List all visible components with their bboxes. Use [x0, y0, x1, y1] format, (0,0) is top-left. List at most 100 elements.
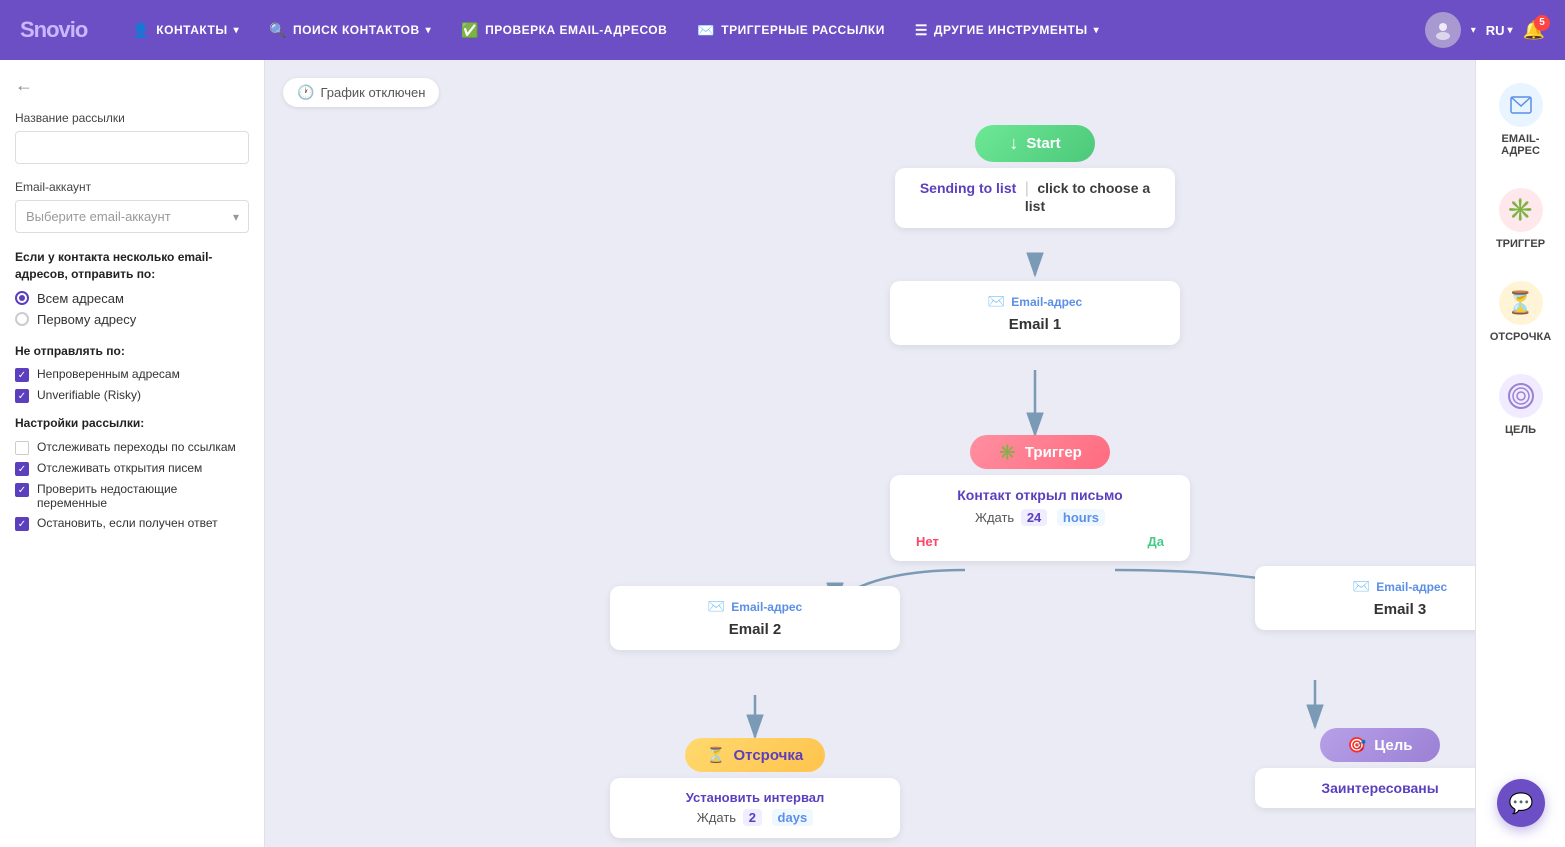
email2-header-text: Email-адрес [731, 600, 802, 614]
start-card[interactable]: Sending to list | click to choose a list [895, 168, 1175, 228]
verify-icon: ✅ [461, 22, 479, 39]
check-unverifiable[interactable]: ✓ Unverifiable (Risky) [15, 388, 249, 403]
trigger-contact-text: Контакт открыл письмо [906, 487, 1174, 503]
language-selector[interactable]: RU ▾ [1486, 23, 1513, 38]
nav-item-trigger[interactable]: ✉️ ТРИГГЕРНЫЕ РАССЫЛКИ [682, 0, 900, 60]
right-panel: EMAIL-АДРЕС ✳️ ТРИГГЕР ⏳ ОТСРОЧКА ЦЕЛЬ [1475, 60, 1565, 847]
nav-item-verify[interactable]: ✅ ПРОВЕРКА EMAIL-АДРЕСОВ [446, 0, 682, 60]
trigger-yes-label: Да [1148, 534, 1165, 549]
delay-tool-icon: ⏳ [1499, 281, 1543, 325]
trigger-node[interactable]: ✳️ Триггер Контакт открыл письмо Ждать 2… [890, 435, 1190, 561]
delay-wait-text: Ждать 2 days [626, 809, 884, 826]
start-node[interactable]: ↓ Start Sending to list | click to choos… [895, 125, 1175, 228]
schedule-badge[interactable]: 🕐 График отключен [283, 78, 439, 107]
start-pill: ↓ Start [975, 125, 1095, 162]
nav-item-contacts[interactable]: 👤 КОНТАКТЫ ▾ [117, 0, 254, 60]
delay-wait-unit: days [772, 809, 814, 826]
delay-wait-num: 2 [743, 809, 762, 826]
goal-tool-label: ЦЕЛЬ [1505, 424, 1536, 436]
email-icon: ✉️ [1353, 578, 1370, 595]
tool-trigger[interactable]: ✳️ ТРИГГЕР [1483, 180, 1559, 258]
nav-item-tools[interactable]: ☰ ДРУГИЕ ИНСТРУМЕНТЫ ▾ [900, 0, 1114, 60]
radio-all-icon [15, 291, 29, 305]
check-stop-reply[interactable]: ✓ Остановить, если получен ответ [15, 516, 249, 531]
star-icon: ✳️ [998, 443, 1017, 461]
checkbox-unverifiable-icon: ✓ [15, 389, 29, 403]
schedule-badge-label: График отключен [320, 85, 425, 100]
chevron-down-icon: ▾ [426, 25, 432, 36]
trigger-pill: ✳️ Триггер [970, 435, 1110, 469]
tool-goal[interactable]: ЦЕЛЬ [1483, 366, 1559, 444]
logo-suffix: io [70, 17, 88, 42]
click-to-choose-text[interactable]: click to choose a list [1025, 180, 1150, 214]
chat-icon: 💬 [1509, 791, 1534, 816]
delay-card[interactable]: Установить интервал Ждать 2 days [610, 778, 900, 838]
checkbox-missing-vars-icon: ✓ [15, 483, 29, 497]
email2-node[interactable]: ✉️ Email-адрес Email 2 [610, 580, 900, 650]
check-track-clicks[interactable]: Отслеживать переходы по ссылкам [15, 440, 249, 455]
delay-node[interactable]: ⏳ Отсрочка Установить интервал Ждать 2 d… [610, 738, 900, 838]
email-icon: ✉️ [988, 293, 1005, 310]
check-track-opens[interactable]: ✓ Отслеживать открытия писем [15, 461, 249, 476]
campaign-name-label: Название рассылки [15, 111, 249, 125]
search-icon: 🔍 [269, 22, 287, 39]
trigger-wait-unit: hours [1057, 509, 1105, 526]
radio-all-addresses[interactable]: Всем адресам [15, 291, 249, 306]
notifications-bell[interactable]: 🔔 5 [1523, 20, 1545, 41]
delay-tool-label: ОТСРОЧКА [1490, 331, 1551, 343]
chevron-down-icon: ▾ [1508, 25, 1513, 36]
tools-icon: ☰ [915, 22, 928, 39]
chat-button[interactable]: 💬 [1497, 779, 1545, 827]
email-account-select[interactable]: Выберите email-аккаунт [15, 200, 249, 233]
checkbox-track-clicks-icon [15, 441, 29, 455]
multiple-emails-title: Если у контакта несколько email-адресов,… [15, 249, 249, 283]
sidebar: ← Название рассылки Email-аккаунт Выбери… [0, 60, 265, 847]
do-not-send-title: Не отправлять по: [15, 343, 249, 360]
email-account-select-wrap: Выберите email-аккаунт ▾ [15, 200, 249, 233]
target-icon: 🎯 [1348, 736, 1367, 754]
email-icon: ✉️ [708, 598, 725, 615]
delay-set-text: Установить интервал [626, 790, 884, 805]
email1-node[interactable]: ✉️ Email-адрес Email 1 [890, 275, 1180, 345]
trigger-nav-icon: ✉️ [697, 22, 715, 39]
trigger-wait-num: 24 [1021, 509, 1047, 526]
campaign-name-input[interactable] [15, 131, 249, 164]
trigger-tool-icon: ✳️ [1499, 188, 1543, 232]
email1-card[interactable]: ✉️ Email-адрес Email 1 [890, 281, 1180, 345]
trigger-card[interactable]: Контакт открыл письмо Ждать 24 hours Нет… [890, 475, 1190, 561]
avatar[interactable] [1425, 12, 1461, 48]
goal-tool-icon [1499, 374, 1543, 418]
navbar: Snovio 👤 КОНТАКТЫ ▾ 🔍 ПОИСК КОНТАКТОВ ▾ … [0, 0, 1565, 60]
check-missing-vars[interactable]: ✓ Проверить недостающие переменные [15, 482, 249, 510]
email2-title: Email 2 [626, 621, 884, 638]
hourglass-icon: ⏳ [707, 746, 726, 764]
nav-item-search[interactable]: 🔍 ПОИСК КОНТАКТОВ ▾ [254, 0, 446, 60]
main-layout: ← Название рассылки Email-аккаунт Выбери… [0, 60, 1565, 847]
canvas-area[interactable]: 🕐 График отключен [265, 60, 1475, 847]
check-unverified[interactable]: ✓ Непроверенным адресам [15, 367, 249, 382]
email3-title: Email 3 [1271, 601, 1475, 618]
goal-card[interactable]: Заинтересованы [1255, 768, 1475, 808]
trigger-no-label: Нет [916, 534, 939, 549]
trigger-wait-text: Ждать 24 hours [906, 509, 1174, 526]
back-button[interactable]: ← [15, 75, 249, 96]
email3-card[interactable]: ✉️ Email-адрес Email 3 [1255, 566, 1475, 630]
nav-logo[interactable]: Snovio [20, 17, 87, 43]
chevron-down-icon: ▾ [1471, 25, 1476, 36]
notification-count: 5 [1534, 15, 1550, 31]
radio-first-icon [15, 312, 29, 326]
tool-delay[interactable]: ⏳ ОТСРОЧКА [1483, 273, 1559, 351]
checkbox-unverified-icon: ✓ [15, 368, 29, 382]
trigger-tool-label: ТРИГГЕР [1496, 238, 1545, 250]
down-arrow-icon: ↓ [1009, 133, 1018, 154]
tool-email[interactable]: EMAIL-АДРЕС [1483, 75, 1559, 165]
email2-card[interactable]: ✉️ Email-адрес Email 2 [610, 586, 900, 650]
clock-icon: 🕐 [297, 84, 314, 101]
contacts-icon: 👤 [132, 22, 150, 39]
checkbox-group-no-send: ✓ Непроверенным адресам ✓ Unverifiable (… [15, 367, 249, 403]
radio-group-emails: Всем адресам Первому адресу [15, 291, 249, 327]
email3-node[interactable]: ✉️ Email-адрес Email 3 [1255, 560, 1475, 630]
goal-node[interactable]: 🎯 Цель Заинтересованы [1255, 728, 1475, 808]
nav-right: ▾ RU ▾ 🔔 5 [1425, 12, 1545, 48]
radio-first-address[interactable]: Первому адресу [15, 312, 249, 327]
